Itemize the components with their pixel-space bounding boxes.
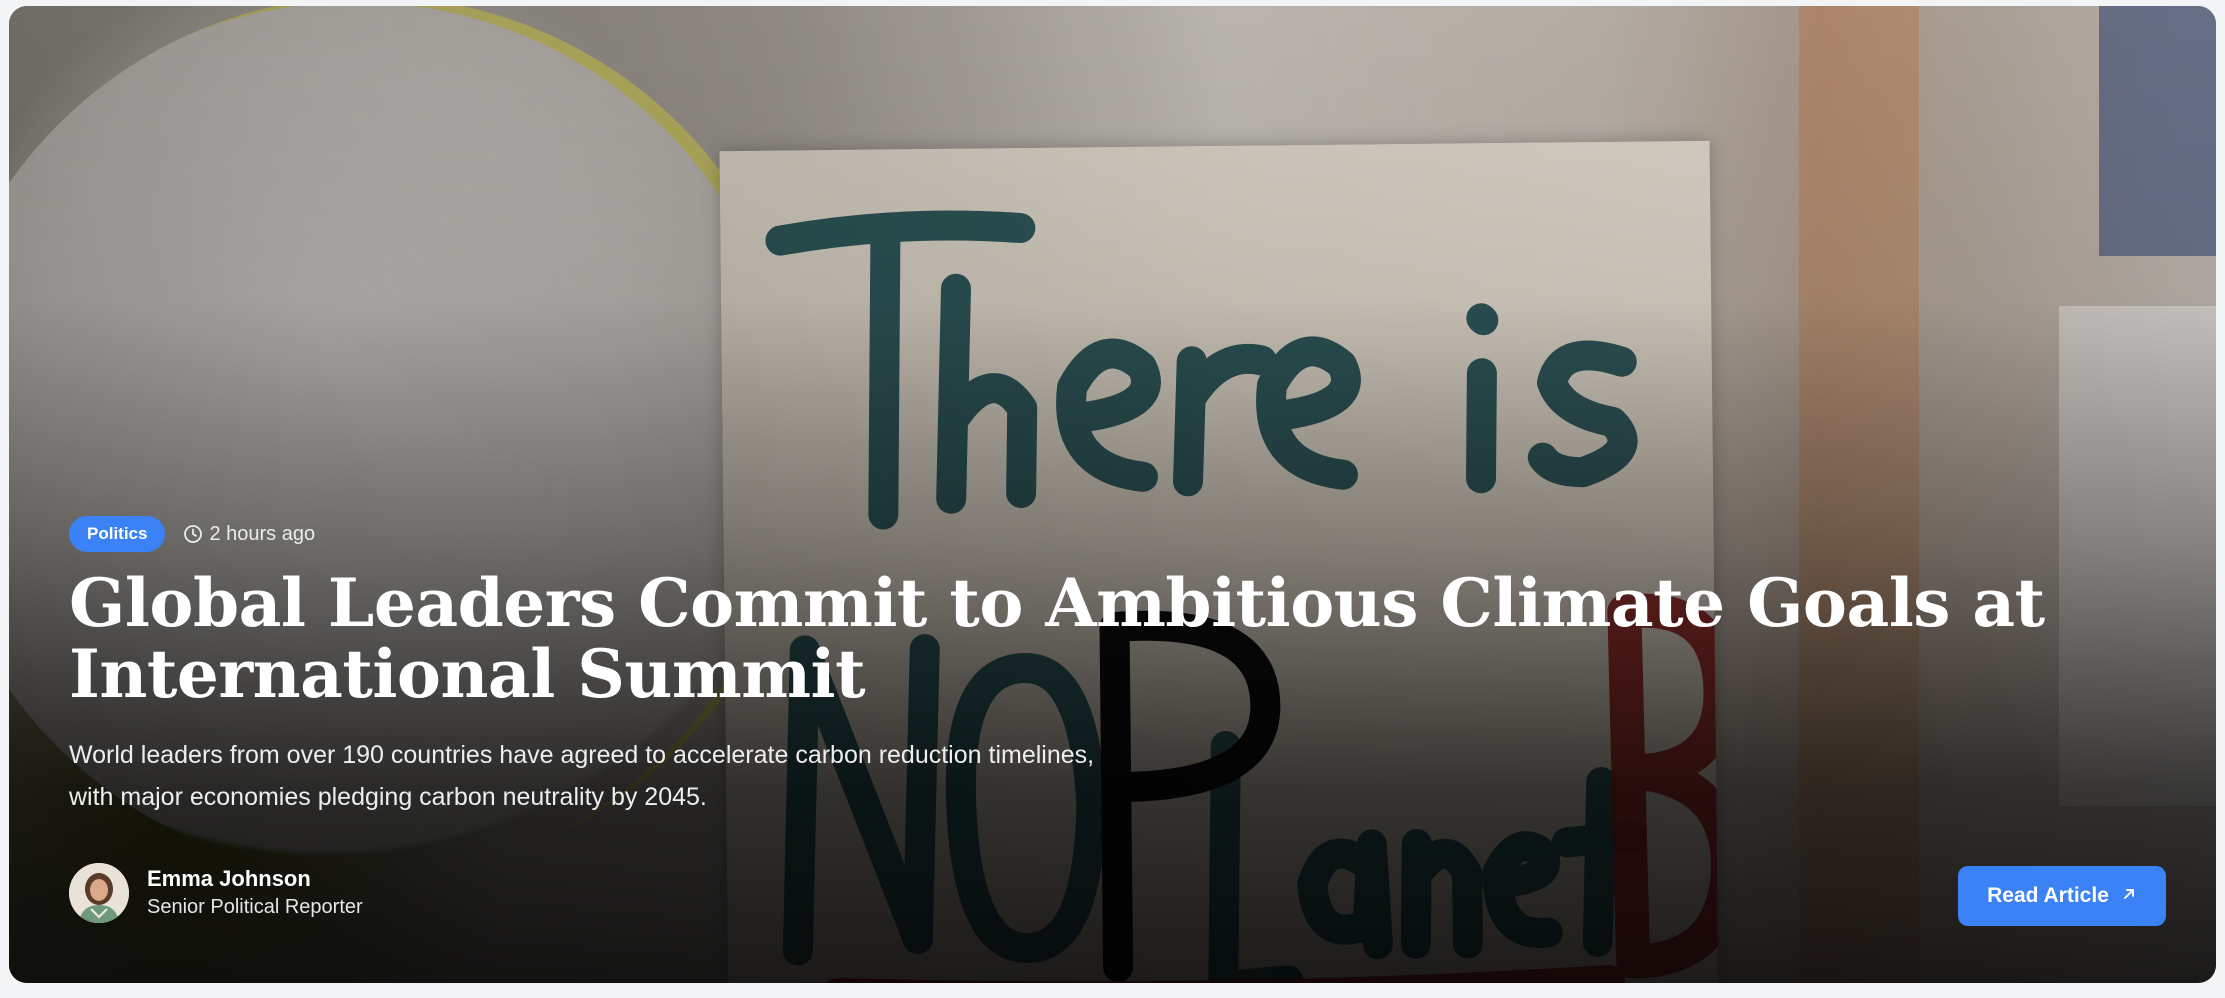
author-avatar bbox=[69, 863, 129, 923]
arrow-up-right-icon bbox=[2121, 884, 2137, 908]
article-meta: Politics 2 hours ago bbox=[69, 516, 2169, 552]
time-ago-label: 2 hours ago bbox=[209, 522, 316, 545]
hero-content: Politics 2 hours ago Global Leaders Comm… bbox=[69, 516, 2169, 818]
read-article-button[interactable]: Read Article bbox=[1958, 866, 2166, 926]
summary-line-2: with major economies pledging carbon neu… bbox=[69, 783, 707, 811]
author-role: Senior Political Reporter bbox=[147, 896, 363, 918]
author-info: Emma Johnson Senior Political Reporter bbox=[69, 863, 363, 923]
category-badge[interactable]: Politics bbox=[69, 516, 166, 552]
hero-article-card[interactable]: Politics 2 hours ago Global Leaders Comm… bbox=[9, 6, 2216, 983]
hero-bottom-gradient bbox=[9, 6, 2216, 983]
read-article-label: Read Article bbox=[1987, 884, 2109, 907]
article-headline[interactable]: Global Leaders Commit to Ambitious Clima… bbox=[69, 568, 2169, 710]
published-time: 2 hours ago bbox=[183, 523, 315, 546]
author-name[interactable]: Emma Johnson bbox=[147, 865, 363, 893]
article-summary: World leaders from over 190 countries ha… bbox=[69, 734, 1269, 818]
author-text: Emma Johnson Senior Political Reporter bbox=[147, 865, 363, 921]
clock-icon bbox=[183, 524, 203, 544]
summary-line-1: World leaders from over 190 countries ha… bbox=[69, 741, 1095, 769]
